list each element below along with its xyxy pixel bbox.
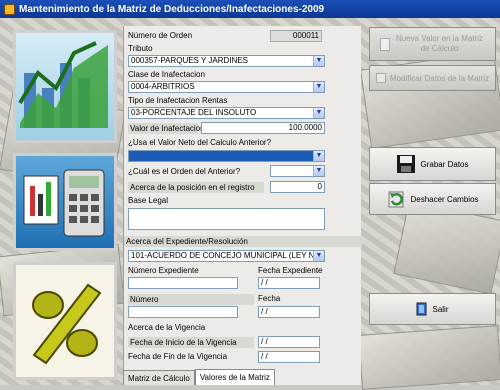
fecha-inicio-label: Fecha de Inicio de la Vigencia xyxy=(128,337,254,348)
base-legal-label: Base Legal xyxy=(128,196,169,205)
salir-label: Salir xyxy=(432,304,449,314)
modificar-label: Modificar Datos de la Matriz xyxy=(389,73,490,83)
tipo-label: Tipo de Inafectacion Rentas xyxy=(128,96,228,105)
base-legal-textarea[interactable] xyxy=(128,208,325,230)
calculator-image-tile xyxy=(13,153,117,251)
nuevo-valor-button[interactable]: Nueva Valor en la Matriz de Cálculo xyxy=(369,27,496,61)
valor-input[interactable]: 100.0000 xyxy=(201,122,325,134)
numero-orden-field: 000011 xyxy=(270,30,322,42)
expediente-select[interactable]: 101-ACUERDO DE CONCEJO MUNICIPAL (LEY N°… xyxy=(128,250,325,262)
form-panel: Número de Orden 000011 Tributo 000357-PA… xyxy=(123,26,362,385)
new-document-icon xyxy=(379,37,390,51)
chevron-down-icon[interactable]: ▼ xyxy=(313,166,324,176)
percent-icon xyxy=(32,283,102,365)
fecha-fin-input[interactable]: / / xyxy=(258,351,320,363)
app-icon xyxy=(4,3,15,15)
nuevo-valor-label: Nueva Valor en la Matriz de Cálculo xyxy=(396,34,483,53)
tributo-select[interactable]: 000357-PARQUES Y JARDINES ▼ xyxy=(128,55,325,67)
tab-strip: Matriz de Cálculo Valores de la Matriz xyxy=(123,369,275,385)
usa-valor-label: ¿Usa el Valor Neto del Calculo Anterior? xyxy=(128,138,272,147)
numero-label: Número xyxy=(128,294,254,305)
fecha-input[interactable]: / / xyxy=(258,306,320,318)
vigencia-header: Acerca de la Vigencia xyxy=(128,323,206,332)
tributo-label: Tributo xyxy=(128,44,153,53)
chevron-down-icon[interactable]: ▼ xyxy=(313,151,324,161)
fecha-fin-label: Fecha de Fin de la Vigencia xyxy=(128,352,228,361)
salir-button[interactable]: Salir xyxy=(369,293,496,325)
numero-expediente-label: Número Expediente xyxy=(128,266,199,275)
modificar-button[interactable]: Modificar Datos de la Matriz xyxy=(369,65,496,91)
expediente-value: 101-ACUERDO DE CONCEJO MUNICIPAL (LEY N°… xyxy=(131,251,325,260)
calculator-icon xyxy=(23,169,105,237)
percent-image-tile xyxy=(13,262,117,380)
deshacer-cambios-button[interactable]: Deshacer Cambios xyxy=(369,183,496,215)
title-bar: Mantenimiento de la Matriz de Deduccione… xyxy=(0,0,500,18)
exit-door-icon xyxy=(416,302,427,316)
numero-orden-label: Número de Orden xyxy=(128,31,193,40)
clase-select[interactable]: 0004-ARBITRIOS ▼ xyxy=(128,81,325,93)
posicion-label: Acerca de la posición en el registro xyxy=(128,182,264,193)
numero-expediente-input[interactable] xyxy=(128,277,238,289)
tipo-select[interactable]: 03-PORCENTAJE DEL INSOLUTO ▼ xyxy=(128,107,325,119)
posicion-input[interactable]: 0 xyxy=(270,181,325,193)
growth-chart-icon xyxy=(18,41,108,128)
fecha-label: Fecha xyxy=(258,294,281,303)
clase-label: Clase de Inafectacion xyxy=(128,70,205,79)
tab-valores-matriz[interactable]: Valores de la Matriz xyxy=(194,369,275,385)
fecha-inicio-input[interactable]: / / xyxy=(258,336,320,348)
valor-label: Valor de Inafectacion xyxy=(128,123,205,134)
orden-anterior-select[interactable]: ▼ xyxy=(270,165,325,177)
chevron-down-icon[interactable]: ▼ xyxy=(313,251,324,261)
expediente-header: Acerca del Expediente/Resolución xyxy=(124,236,362,247)
grabar-datos-button[interactable]: Grabar Datos xyxy=(369,147,496,181)
chevron-down-icon[interactable]: ▼ xyxy=(313,108,324,118)
deshacer-cambios-label: Deshacer Cambios xyxy=(410,194,479,204)
numero-input[interactable] xyxy=(128,306,238,318)
tributo-value: 000357-PARQUES Y JARDINES xyxy=(131,56,248,65)
save-icon xyxy=(397,155,416,173)
edit-icon xyxy=(375,73,386,83)
usa-valor-select[interactable]: ▼ xyxy=(128,150,325,162)
background-note-3 xyxy=(358,325,500,390)
fecha-expediente-label: Fecha Expediente xyxy=(258,266,323,275)
chevron-down-icon[interactable]: ▼ xyxy=(313,56,324,66)
clase-value: 0004-ARBITRIOS xyxy=(131,82,195,91)
chart-image-tile xyxy=(13,30,117,143)
grabar-datos-label: Grabar Datos xyxy=(420,159,469,169)
undo-icon xyxy=(388,191,404,208)
fecha-expediente-input[interactable]: / / xyxy=(258,277,320,289)
tab-matriz-calculo[interactable]: Matriz de Cálculo xyxy=(123,370,195,385)
window-title: Mantenimiento de la Matriz de Deduccione… xyxy=(19,3,325,15)
orden-anterior-label: ¿Cuál es el Orden del Anterior? xyxy=(128,167,241,176)
chevron-down-icon[interactable]: ▼ xyxy=(313,82,324,92)
tipo-value: 03-PORCENTAJE DEL INSOLUTO xyxy=(131,108,257,117)
